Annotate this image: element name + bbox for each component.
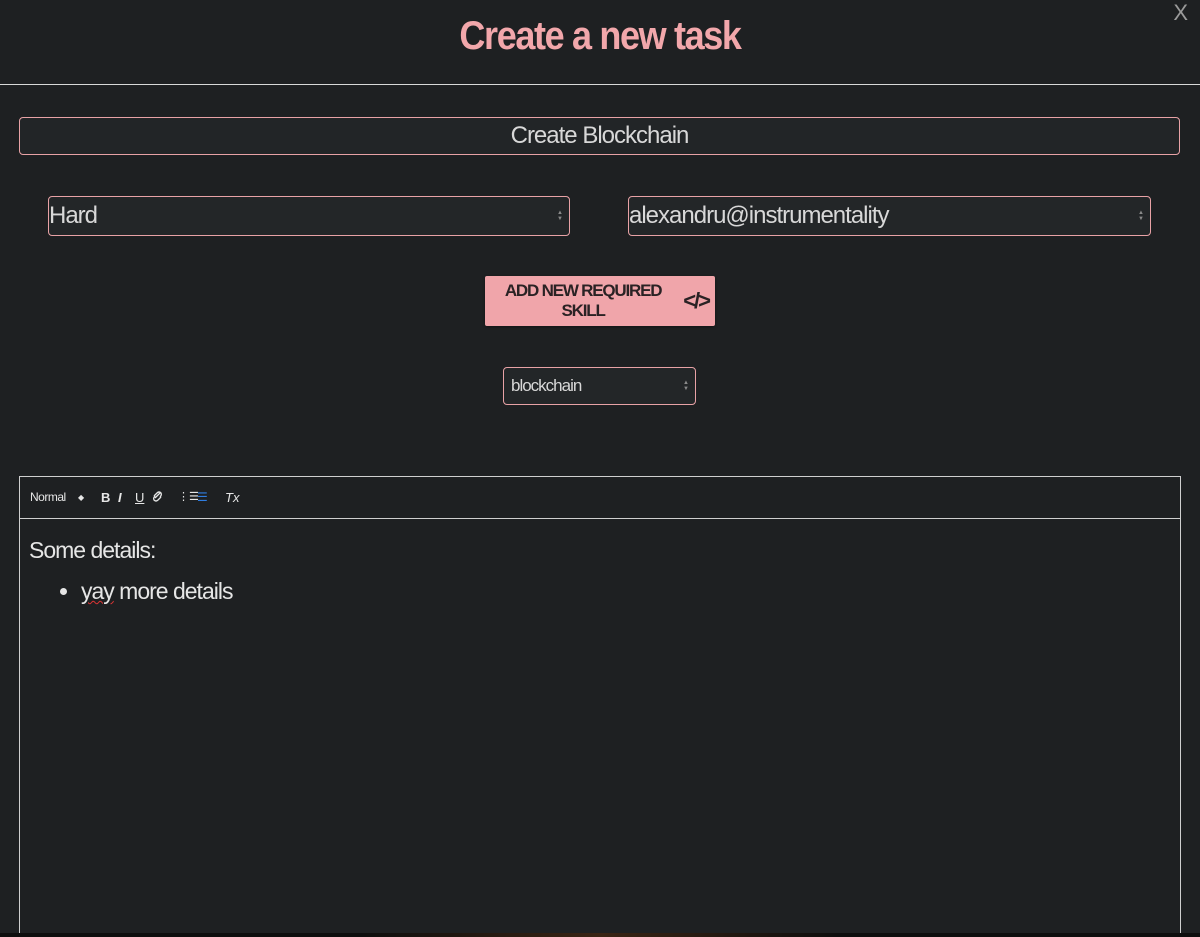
add-skill-label: ADD NEW REQUIRED SKILL — [504, 281, 663, 320]
skill-value: blockchain — [511, 376, 582, 395]
editor-bullet-list: yay more details — [29, 578, 233, 605]
ordered-list-button[interactable]: ⋮☰ — [178, 490, 199, 503]
list-item-text: more details — [113, 578, 233, 604]
select-arrows-icon: ▲ ▼ — [683, 380, 689, 392]
difficulty-select[interactable]: Hard ▲ ▼ — [48, 196, 570, 236]
bold-button[interactable]: B — [101, 490, 110, 505]
format-select-arrows-icon[interactable]: ◆ — [78, 493, 84, 502]
editor-content[interactable]: Some details: yay more details — [29, 537, 233, 605]
page-title: Create a new task — [459, 14, 742, 58]
code-icon: </> — [683, 288, 711, 313]
create-task-modal: Create a new task X Hard ▲▼ alexandru@in… — [0, 0, 1200, 937]
task-name-input[interactable] — [19, 117, 1180, 155]
bullet-list-button[interactable]: ☰ — [197, 490, 208, 504]
list-item: yay more details — [81, 578, 233, 605]
modal-header: Create a new task X — [0, 0, 1200, 85]
select-arrows-icon: ▲ ▼ — [557, 210, 563, 222]
editor-toolbar: Normal ◆ B I U ⋮☰ ☰ Tx — [20, 477, 1180, 519]
link-icon-svg — [153, 491, 162, 502]
taskbar-strip — [0, 933, 1200, 937]
select-arrows-icon: ▲ ▼ — [1138, 210, 1144, 222]
close-icon[interactable]: X — [1173, 0, 1188, 26]
underline-button[interactable]: U — [135, 490, 144, 505]
assignee-value: alexandru@instrumentality — [629, 202, 889, 229]
rich-text-editor: Normal ◆ B I U ⋮☰ ☰ Tx Some details: yay… — [19, 476, 1181, 937]
link-icon[interactable] — [152, 490, 163, 506]
clean-format-button[interactable]: Tx — [225, 490, 239, 505]
skill-select[interactable]: blockchain ▲ ▼ — [503, 367, 696, 405]
assignee-select[interactable]: alexandru@instrumentality ▲ ▼ — [628, 196, 1151, 236]
add-required-skill-button[interactable]: ADD NEW REQUIRED SKILL </> — [485, 276, 715, 326]
difficulty-value: Hard — [49, 202, 98, 229]
italic-button[interactable]: I — [118, 490, 122, 505]
misspelled-word: yay — [81, 578, 115, 604]
editor-paragraph: Some details: — [29, 537, 156, 563]
format-select[interactable]: Normal — [30, 490, 66, 504]
